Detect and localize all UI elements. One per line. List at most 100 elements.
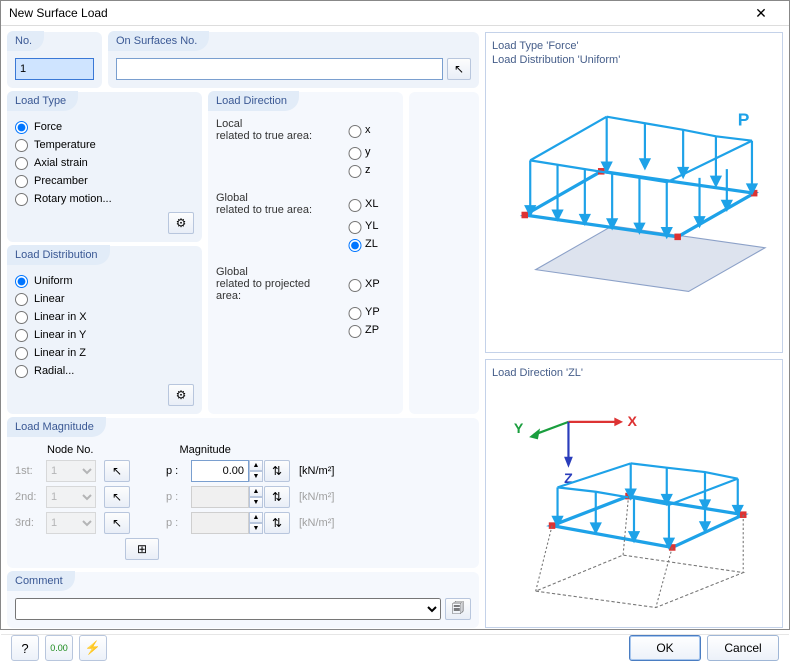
opt-label: Linear in X [34, 311, 87, 323]
svg-text:Y: Y [514, 420, 524, 436]
dialog-window: New Surface Load ✕ No. On Surfaces No. ↖ [0, 0, 790, 630]
load-type-info-button[interactable]: ⚙ [168, 212, 194, 234]
col-node-header: Node No. [47, 444, 93, 456]
help-button[interactable]: ? [11, 635, 39, 661]
dir-xp[interactable] [348, 279, 362, 292]
row-2-unit: [kN/m²] [299, 491, 354, 503]
pick-icon: ↖ [112, 490, 122, 504]
group-load-type: Load Type Force Temperature Axial strain… [7, 92, 202, 242]
comment-combo[interactable] [15, 598, 441, 620]
dir-local-label: Local related to true area: [216, 118, 343, 142]
comment-title: Comment [7, 571, 75, 591]
row-1-label: 1st: [15, 465, 43, 477]
units-button[interactable]: 0.00 [45, 635, 73, 661]
p-label-svg: P [738, 109, 750, 129]
opt-label: Precamber [34, 175, 88, 187]
group-load-direction: Load Direction Local related to true are… [208, 92, 403, 414]
load-magnitude-title: Load Magnitude [7, 417, 106, 437]
calc-button[interactable]: ⚡ [79, 635, 107, 661]
left-pane: No. On Surfaces No. ↖ L [7, 32, 479, 628]
comment-library-button[interactable]: 🗐 [445, 598, 471, 620]
dir-yl[interactable] [348, 221, 362, 234]
dir-y-label: y [365, 146, 395, 158]
dir-xp-label: XP [365, 278, 395, 290]
row-3-node: 1 [46, 512, 96, 534]
opt-label: Linear in Y [34, 329, 86, 341]
group-comment: Comment 🗐 [7, 572, 479, 628]
row-1-node: 1 [46, 460, 96, 482]
opt-label: Temperature [34, 139, 96, 151]
spin-down-icon[interactable]: ▼ [249, 471, 263, 482]
spin-up-icon[interactable]: ▲ [249, 460, 263, 471]
dir-global-true-label: Global related to true area: [216, 192, 343, 216]
help-icon: ? [21, 641, 28, 656]
load-distribution-title: Load Distribution [7, 245, 110, 265]
no-input[interactable] [15, 58, 94, 80]
radio-rotary-motion[interactable]: Rotary motion... [15, 190, 194, 208]
row-3-stepper: ⇅ [264, 512, 290, 534]
surfaces-input[interactable] [116, 58, 443, 80]
preview-top: Load Type 'Force' Load Distribution 'Uni… [485, 32, 783, 353]
stepper-icon: ⇅ [272, 464, 282, 478]
opt-label: Radial... [34, 365, 74, 377]
radio-temperature[interactable]: Temperature [15, 136, 194, 154]
dir-yl-label: YL [365, 220, 395, 232]
radio-force[interactable]: Force [15, 118, 194, 136]
radio-precamber[interactable]: Precamber [15, 172, 194, 190]
row-1-value[interactable]: ▲▼ [191, 460, 261, 482]
opt-label: Linear [34, 293, 65, 305]
radio-linear[interactable]: Linear [15, 290, 194, 308]
radio-axial-strain[interactable]: Axial strain [15, 154, 194, 172]
row-3-p-label: p : [166, 517, 188, 529]
surfaces-label: On Surfaces No. [108, 31, 209, 51]
units-icon: 0.00 [50, 644, 68, 653]
row-2-pick[interactable]: ↖ [104, 486, 130, 508]
settings-icon: ⚙ [176, 388, 187, 402]
dir-x-label: x [365, 124, 395, 136]
radio-linear-y[interactable]: Linear in Y [15, 326, 194, 344]
radio-linear-z[interactable]: Linear in Z [15, 344, 194, 362]
close-button[interactable]: ✕ [741, 1, 781, 25]
row-2-p-label: p : [166, 491, 188, 503]
dir-global-proj-label: Global related to projected area: [216, 266, 343, 302]
load-distribution-info-button[interactable]: ⚙ [168, 384, 194, 406]
row-1-pick[interactable]: ↖ [104, 460, 130, 482]
opt-label: Rotary motion... [34, 193, 112, 205]
radio-uniform[interactable]: Uniform [15, 272, 194, 290]
pick-surfaces-button[interactable]: ↖ [447, 58, 471, 80]
cancel-button[interactable]: Cancel [707, 635, 779, 661]
settings-icon: ⚙ [176, 216, 187, 230]
row-1-stepper[interactable]: ⇅ [264, 460, 290, 482]
group-no: No. [7, 32, 102, 88]
radio-radial[interactable]: Radial... [15, 362, 194, 380]
col-mag-header: Magnitude [173, 444, 230, 456]
titlebar: New Surface Load ✕ [1, 1, 789, 26]
preview-bottom-title: Load Direction 'ZL' [492, 366, 776, 380]
preview-top-line1: Load Type 'Force' [492, 39, 776, 53]
radio-linear-x[interactable]: Linear in X [15, 308, 194, 326]
row-3-label: 3rd: [15, 517, 43, 529]
dir-x[interactable] [348, 125, 362, 138]
dir-yp[interactable] [348, 307, 362, 320]
right-pane: Load Type 'Force' Load Distribution 'Uni… [485, 32, 783, 628]
dir-z-label: z [365, 164, 395, 176]
dir-zl[interactable] [348, 239, 362, 252]
magnitude-multi-button[interactable]: ⊞ [125, 538, 159, 560]
pick-icon: ↖ [112, 516, 122, 530]
spacer-group [409, 92, 479, 414]
stepper-icon: ⇅ [272, 490, 282, 504]
row-2-stepper: ⇅ [264, 486, 290, 508]
dir-xl[interactable] [348, 199, 362, 212]
dir-z[interactable] [348, 165, 362, 178]
ok-button[interactable]: OK [629, 635, 701, 661]
stepper-icon: ⇅ [272, 516, 282, 530]
group-load-distribution: Load Distribution Uniform Linear Linear … [7, 246, 202, 414]
content-area: No. On Surfaces No. ↖ L [1, 26, 789, 634]
row-1-unit: [kN/m²] [299, 465, 354, 477]
row-3-pick[interactable]: ↖ [104, 512, 130, 534]
opt-label: Axial strain [34, 157, 88, 169]
dir-y[interactable] [348, 147, 362, 160]
dir-zp[interactable] [348, 325, 362, 338]
load-direction-title: Load Direction [208, 91, 299, 111]
pick-icon: ↖ [112, 464, 122, 478]
